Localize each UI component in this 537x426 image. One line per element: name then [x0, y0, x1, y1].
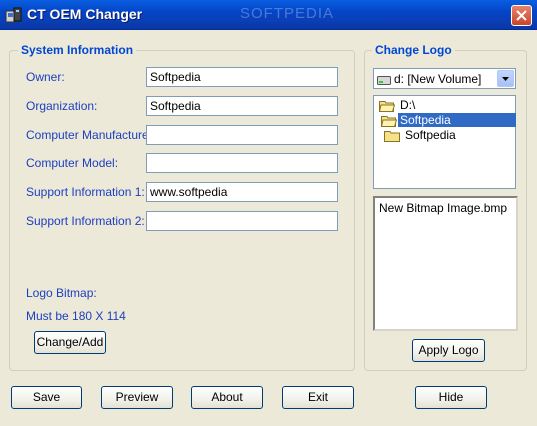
folder-item-label: Softpedia — [398, 113, 516, 127]
drive-select-value: d: [New Volume] — [394, 72, 482, 86]
window-title: CT OEM Changer — [27, 6, 143, 22]
hide-button[interactable]: Hide — [415, 386, 487, 409]
save-button[interactable]: Save — [11, 386, 82, 409]
watermark: SOFTPEDIA — [240, 5, 335, 22]
app-icon — [5, 6, 23, 24]
preview-button[interactable]: Preview — [101, 386, 173, 409]
open-folder-icon — [378, 99, 396, 112]
open-folder-icon — [380, 114, 398, 127]
folder-icon — [384, 129, 400, 142]
folder-list[interactable]: D:\ Softpedia Softpedia — [373, 95, 516, 189]
drive-icon — [377, 74, 391, 85]
system-information-legend: System Information — [18, 43, 137, 57]
logo-bitmap-label: Logo Bitmap: — [26, 286, 97, 300]
organization-field[interactable] — [146, 96, 338, 116]
logo-size-note: Must be 180 X 114 — [26, 309, 126, 323]
computer-manufacturer-label: Computer Manufacturer: — [26, 128, 157, 142]
organization-label: Organization: — [26, 99, 98, 113]
file-item[interactable]: New Bitmap Image.bmp — [379, 201, 507, 215]
title-bar: CT OEM Changer SOFTPEDIA — [0, 0, 537, 30]
folder-item-label: D:\ — [400, 98, 416, 112]
close-icon — [516, 10, 527, 21]
folder-item-selected[interactable]: Softpedia — [379, 113, 516, 128]
change-logo-legend: Change Logo — [372, 43, 455, 57]
drive-select[interactable]: d: [New Volume] — [373, 68, 516, 89]
apply-logo-button[interactable]: Apply Logo — [412, 339, 485, 362]
computer-model-label: Computer Model: — [26, 156, 119, 170]
support-info-1-label: Support Information 1: — [26, 185, 145, 199]
folder-item-label: Softpedia — [405, 128, 456, 142]
owner-label: Owner: — [26, 70, 65, 84]
about-button[interactable]: About — [191, 386, 263, 409]
change-add-button[interactable]: Change/Add — [34, 331, 106, 354]
support-info-1-field[interactable] — [146, 182, 338, 202]
file-list[interactable]: New Bitmap Image.bmp — [373, 196, 518, 331]
close-button[interactable] — [511, 5, 532, 26]
owner-field[interactable] — [146, 67, 338, 87]
chevron-down-icon[interactable] — [497, 70, 514, 87]
support-info-2-field[interactable] — [146, 211, 338, 231]
computer-manufacturer-field[interactable] — [146, 125, 338, 145]
computer-model-field[interactable] — [146, 153, 338, 173]
exit-button[interactable]: Exit — [282, 386, 354, 409]
support-info-2-label: Support Information 2: — [26, 214, 145, 228]
